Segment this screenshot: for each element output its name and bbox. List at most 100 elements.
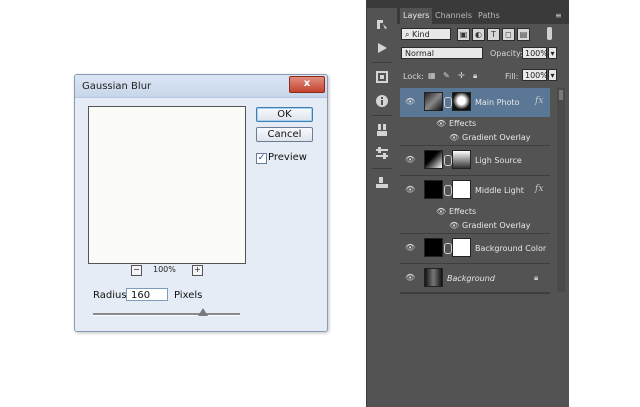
- play-actions-icon[interactable]: [375, 41, 389, 55]
- pixel-filter-icon[interactable]: ▣: [457, 28, 470, 41]
- tab-channels[interactable]: Channels: [432, 8, 475, 24]
- panel-menu-icon[interactable]: ≡: [555, 12, 562, 20]
- effects-label: Effects: [449, 119, 477, 128]
- visibility-eye-icon[interactable]: 👁︎: [449, 222, 459, 230]
- layer-mask-thumbnail[interactable]: [452, 180, 471, 199]
- gaussian-blur-dialog: Gaussian Blur x − 100% + OK Cancel ✓ Pre…: [74, 74, 328, 332]
- effects-row[interactable]: 👁︎ Effects: [400, 205, 550, 219]
- panel-icon-strip: [366, 0, 398, 407]
- effects-label: Effects: [449, 207, 477, 216]
- layer-list-scrollbar[interactable]: [557, 88, 565, 292]
- lock-position-move-icon[interactable]: ✛: [458, 71, 465, 80]
- type-filter-icon[interactable]: T: [487, 28, 500, 41]
- lock-image-brush-icon[interactable]: ✎: [443, 71, 450, 80]
- lock-transparent-icon[interactable]: ▦: [428, 71, 436, 80]
- preview-area[interactable]: [88, 106, 246, 264]
- filter-kind-dropdown[interactable]: ⌕ Kind: [401, 28, 451, 40]
- adjustments-icon[interactable]: [375, 70, 389, 84]
- layer-name: Background Color: [475, 244, 547, 253]
- layer-thumbnail: [424, 238, 443, 257]
- zoom-level: 100%: [153, 265, 176, 274]
- layer-name: Ligh Source: [475, 156, 522, 165]
- strip-header[interactable]: [367, 0, 397, 8]
- search-icon: ⌕: [405, 30, 413, 39]
- strip-divider: [372, 115, 392, 116]
- adjustment-filter-icon[interactable]: ◐: [472, 28, 485, 41]
- radius-slider-track[interactable]: [93, 313, 240, 316]
- zoom-out-button[interactable]: −: [131, 265, 142, 276]
- info-icon[interactable]: [375, 94, 389, 108]
- preview-label: Preview: [268, 152, 307, 163]
- clone-source-icon[interactable]: [375, 176, 389, 190]
- radius-slider-thumb[interactable]: [198, 308, 208, 316]
- visibility-eye-icon[interactable]: 👁︎: [436, 208, 446, 216]
- close-button[interactable]: x: [289, 76, 325, 93]
- fx-icon[interactable]: fx: [535, 96, 543, 106]
- visibility-eye-icon[interactable]: 👁︎: [405, 186, 415, 194]
- opacity-dropdown-arrow[interactable]: ▾: [548, 47, 557, 59]
- tab-layers[interactable]: Layers: [400, 8, 433, 24]
- layer-name: Middle Light: [475, 186, 524, 195]
- history-icon[interactable]: [375, 18, 389, 32]
- layer-row-background[interactable]: 👁︎ Background 🔒︎: [400, 264, 550, 294]
- visibility-eye-icon[interactable]: 👁︎: [405, 156, 415, 164]
- fx-icon[interactable]: fx: [535, 184, 543, 194]
- brush-settings-icon[interactable]: [375, 146, 389, 160]
- visibility-eye-icon[interactable]: 👁︎: [449, 134, 459, 142]
- radius-label: Radius:: [93, 290, 130, 301]
- lock-label: Lock:: [403, 72, 424, 81]
- radius-input[interactable]: 160: [126, 288, 168, 301]
- filter-toggle-switch[interactable]: [547, 27, 552, 40]
- visibility-eye-icon[interactable]: 👁︎: [405, 244, 415, 252]
- panel-header-bar[interactable]: [397, 0, 569, 8]
- layer-name: Background: [447, 274, 495, 283]
- blend-mode-dropdown[interactable]: Normal: [401, 47, 483, 59]
- effect-row[interactable]: 👁︎ Gradient Overlay: [400, 131, 550, 146]
- layer-thumbnail: [424, 180, 443, 199]
- effect-row[interactable]: 👁︎ Gradient Overlay: [400, 219, 550, 234]
- visibility-eye-icon[interactable]: 👁︎: [405, 274, 415, 282]
- effect-name: Gradient Overlay: [462, 133, 531, 142]
- opacity-input[interactable]: 100%: [522, 47, 548, 59]
- ok-button[interactable]: OK: [256, 107, 313, 122]
- lock-all-icon[interactable]: 🔒︎: [473, 71, 477, 81]
- strip-divider: [372, 168, 392, 169]
- link-chain-icon: [444, 185, 452, 196]
- layer-row-middle-light[interactable]: 👁︎ Middle Light fx: [400, 176, 550, 206]
- layer-list: 👁︎ Main Photo fx 👁︎ Effects 👁︎ Gradient …: [400, 88, 550, 294]
- link-chain-icon: [444, 243, 452, 254]
- link-chain-icon: [444, 155, 452, 166]
- layer-mask-thumbnail[interactable]: [452, 238, 471, 257]
- smart-object-filter-icon[interactable]: ▤: [517, 28, 530, 41]
- visibility-eye-icon[interactable]: 👁︎: [405, 98, 415, 106]
- layer-row-background-color[interactable]: 👁︎ Background Color: [400, 234, 550, 264]
- opacity-label: Opacity:: [490, 49, 523, 58]
- visibility-eye-icon[interactable]: 👁︎: [436, 120, 446, 128]
- strip-divider: [372, 62, 392, 63]
- panel-tab-bar: Layers Channels Paths ≡: [397, 8, 569, 24]
- layer-list-bottom-border: [400, 292, 550, 293]
- fill-label: Fill:: [505, 72, 519, 81]
- preview-checkbox[interactable]: ✓: [256, 153, 267, 164]
- layer-name: Main Photo: [475, 98, 520, 107]
- link-chain-icon: [444, 97, 452, 108]
- radius-unit-label: Pixels: [174, 290, 203, 301]
- layer-mask-thumbnail[interactable]: [452, 92, 471, 111]
- tab-paths[interactable]: Paths: [475, 8, 503, 24]
- zoom-in-button[interactable]: +: [192, 265, 203, 276]
- brush-presets-icon[interactable]: [375, 123, 389, 137]
- shape-filter-icon[interactable]: ◻: [502, 28, 515, 41]
- layer-mask-thumbnail[interactable]: [452, 150, 471, 169]
- scrollbar-thumb[interactable]: [559, 90, 563, 100]
- fill-input[interactable]: 100%: [522, 69, 548, 81]
- dialog-title: Gaussian Blur: [82, 81, 152, 92]
- layer-row-main-photo[interactable]: 👁︎ Main Photo fx: [400, 88, 550, 118]
- effects-row[interactable]: 👁︎ Effects: [400, 117, 550, 131]
- fill-dropdown-arrow[interactable]: ▾: [548, 69, 557, 81]
- filter-kind-label: Kind: [412, 30, 430, 39]
- layers-panel: Layers Channels Paths ≡ ⌕ Kind ▣ ◐ T ◻ ▤…: [397, 0, 569, 407]
- layer-row-ligh-source[interactable]: 👁︎ Ligh Source: [400, 146, 550, 176]
- layer-thumbnail: [424, 268, 443, 287]
- cancel-button[interactable]: Cancel: [256, 127, 313, 142]
- layer-thumbnail: [424, 150, 443, 169]
